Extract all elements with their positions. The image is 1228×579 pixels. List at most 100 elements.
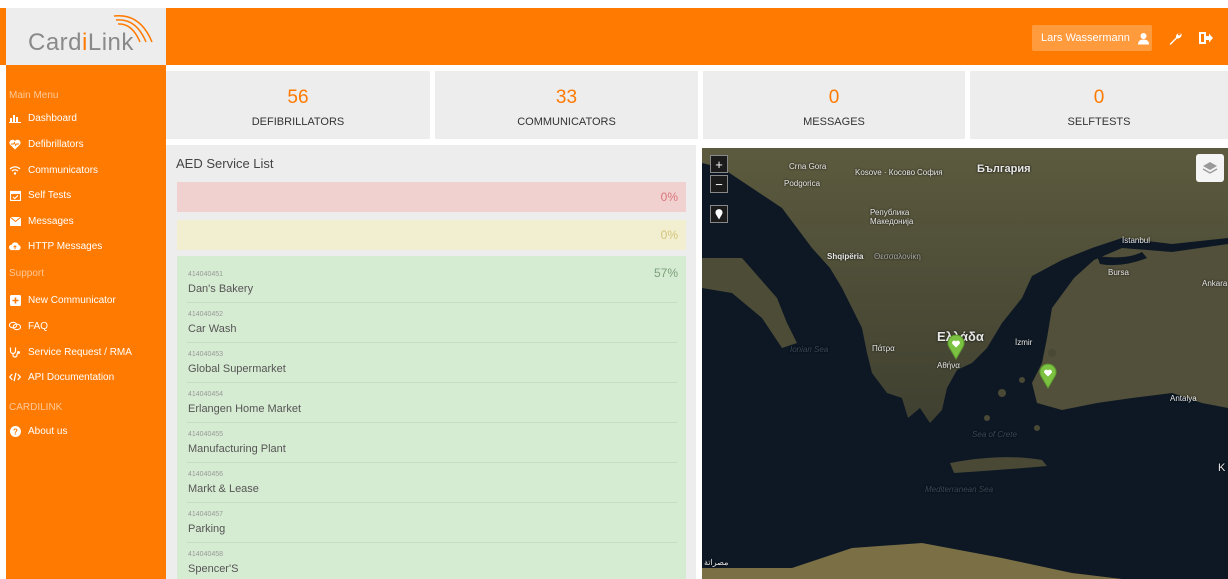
device-id: 414040455 xyxy=(188,431,224,438)
sidebar-item-label: Service Request / RMA xyxy=(28,346,132,358)
device-id: 414040457 xyxy=(188,511,224,518)
map-label-sofia: София xyxy=(917,168,943,177)
layers-button[interactable] xyxy=(1196,154,1224,182)
list-item[interactable]: 414040458 Spencer'S xyxy=(187,543,677,579)
map-marker-athens[interactable] xyxy=(947,334,965,360)
stat-label: DEFIBRILLATORS xyxy=(251,116,345,128)
sidebar-item-label: Dashboard xyxy=(28,112,77,124)
sidebar-item-label: API Documentation xyxy=(28,371,115,383)
cardilink-dashboard: CardiLink Lars Wassermann Main Menu Dash… xyxy=(0,0,1228,579)
stat-card-defibrillators[interactable]: 56 DEFIBRILLATORS xyxy=(166,71,430,139)
wrench-icon[interactable] xyxy=(1165,28,1185,48)
device-id: 414040452 xyxy=(188,311,224,318)
stat-value: 0 xyxy=(1093,87,1105,108)
sidebar-heading-support: Support xyxy=(9,268,45,279)
panel-title: AED Service List xyxy=(176,156,274,171)
map-view[interactable]: Crna Gora Podgorica Kosove · Косово Софи… xyxy=(702,148,1228,579)
map-label-mediterranean: Mediterranean Sea xyxy=(924,485,994,494)
map-label-kosovo: Kosove · Косово xyxy=(855,168,916,177)
device-location: Spencer'S xyxy=(188,563,239,575)
map-label-istanbul: İstanbul xyxy=(1122,236,1151,245)
zoom-out-button[interactable]: − xyxy=(710,175,728,193)
stat-value: 0 xyxy=(828,87,840,108)
logo[interactable]: CardiLink xyxy=(6,8,166,65)
stat-card-selftests[interactable]: 0 SELFTESTS xyxy=(970,71,1228,139)
list-item[interactable]: 414040457 Parking xyxy=(187,503,677,543)
sidebar-item-service-request[interactable]: Service Request / RMA xyxy=(9,342,159,362)
layers-icon xyxy=(1202,162,1218,174)
map-label-macedonia: Република Македонија xyxy=(870,208,914,226)
stethoscope-icon xyxy=(9,346,21,358)
device-id: 414040456 xyxy=(188,471,224,478)
list-item[interactable]: 414040456 Markt & Lease xyxy=(187,463,677,503)
stat-card-communicators[interactable]: 33 COMMUNICATORS xyxy=(435,71,698,139)
status-bar-red[interactable]: 0% xyxy=(177,182,686,212)
sidebar-item-label: Messages xyxy=(28,215,74,227)
device-id: 414040454 xyxy=(188,391,224,398)
signal-arcs-icon xyxy=(113,15,153,43)
question-circle-icon: ? xyxy=(9,425,21,437)
map-label-crna-gora: Crna Gora xyxy=(789,162,827,171)
list-item[interactable]: 414040451 Dan's Bakery xyxy=(187,263,677,303)
map-label-sea-of-crete: Sea of Crete xyxy=(972,430,1017,439)
map-terrain xyxy=(702,148,1228,579)
map-marker-aegean[interactable] xyxy=(1039,363,1057,389)
sidebar-item-label: Self Tests xyxy=(28,189,72,201)
sidebar-item-label: Communicators xyxy=(28,164,99,176)
sidebar-item-label: About us xyxy=(28,425,68,437)
wifi-icon xyxy=(9,164,21,176)
code-icon xyxy=(9,371,21,383)
sidebar-item-api-documentation[interactable]: API Documentation xyxy=(9,367,159,387)
stat-card-messages[interactable]: 0 MESSAGES xyxy=(703,71,965,139)
sidebar-item-dashboard[interactable]: Dashboard xyxy=(9,108,159,128)
sidebar-item-http-messages[interactable]: HTTP Messages xyxy=(9,236,159,256)
calendar-check-icon xyxy=(9,189,21,201)
map-label-antalya: Antalya xyxy=(1170,394,1197,403)
status-bar-yellow[interactable]: 0% xyxy=(177,220,686,250)
map-label-shqiperia: Shqipëria xyxy=(827,252,864,261)
list-item[interactable]: 414040455 Manufacturing Plant xyxy=(187,423,677,463)
map-label-misrata: مصراتة xyxy=(704,558,729,567)
device-id: 414040453 xyxy=(188,351,224,358)
device-id: 414040458 xyxy=(188,551,224,558)
sidebar-item-label: New Communicator xyxy=(28,294,116,306)
logout-icon[interactable] xyxy=(1196,28,1216,48)
map-label-ankara: Ankara xyxy=(1202,279,1228,288)
device-location: Manufacturing Plant xyxy=(188,443,286,455)
sidebar-item-new-communicator[interactable]: New Communicator xyxy=(9,290,159,310)
list-item[interactable]: 414040452 Car Wash xyxy=(187,303,677,343)
yellow-percentage: 0% xyxy=(660,228,678,242)
stat-value: 56 xyxy=(287,87,309,108)
list-item[interactable]: 414040454 Erlangen Home Market xyxy=(187,383,677,423)
device-location: Dan's Bakery xyxy=(188,283,254,295)
map-label-izmir: İzmir xyxy=(1015,338,1033,347)
map-label-athens: Αθήνα xyxy=(937,361,960,370)
envelope-icon xyxy=(9,215,21,227)
red-percentage: 0% xyxy=(660,190,678,204)
sidebar-item-faq[interactable]: FAQ xyxy=(9,316,159,336)
stat-label: MESSAGES xyxy=(803,116,865,128)
map-label-patra: Πάτρα xyxy=(872,344,895,353)
bar-chart-icon xyxy=(9,112,21,124)
map-label-bulgaria: България xyxy=(977,163,1031,175)
sidebar-item-self-tests[interactable]: Self Tests xyxy=(9,185,159,205)
chat-icon xyxy=(9,320,21,332)
user-icon xyxy=(1137,32,1149,44)
sidebar-item-label: FAQ xyxy=(28,320,49,332)
svg-text:?: ? xyxy=(13,427,18,436)
location-pin-icon xyxy=(715,208,723,219)
device-location: Global Supermarket xyxy=(188,363,286,375)
user-name: Lars Wassermann xyxy=(1041,32,1130,44)
sidebar-item-messages[interactable]: Messages xyxy=(9,211,159,231)
sidebar-item-communicators[interactable]: Communicators xyxy=(9,160,159,180)
sidebar-item-label: HTTP Messages xyxy=(28,240,103,252)
list-item[interactable]: 414040453 Global Supermarket xyxy=(187,343,677,383)
device-location: Markt & Lease xyxy=(188,483,259,495)
sidebar-item-defibrillators[interactable]: Defibrillators xyxy=(9,134,159,154)
device-location: Car Wash xyxy=(188,323,237,335)
location-pin-button[interactable] xyxy=(710,205,728,223)
zoom-in-button[interactable]: + xyxy=(710,155,728,173)
device-location: Parking xyxy=(188,523,226,535)
user-menu-button[interactable]: Lars Wassermann xyxy=(1032,25,1152,51)
sidebar-item-about-us[interactable]: ? About us xyxy=(9,421,159,441)
